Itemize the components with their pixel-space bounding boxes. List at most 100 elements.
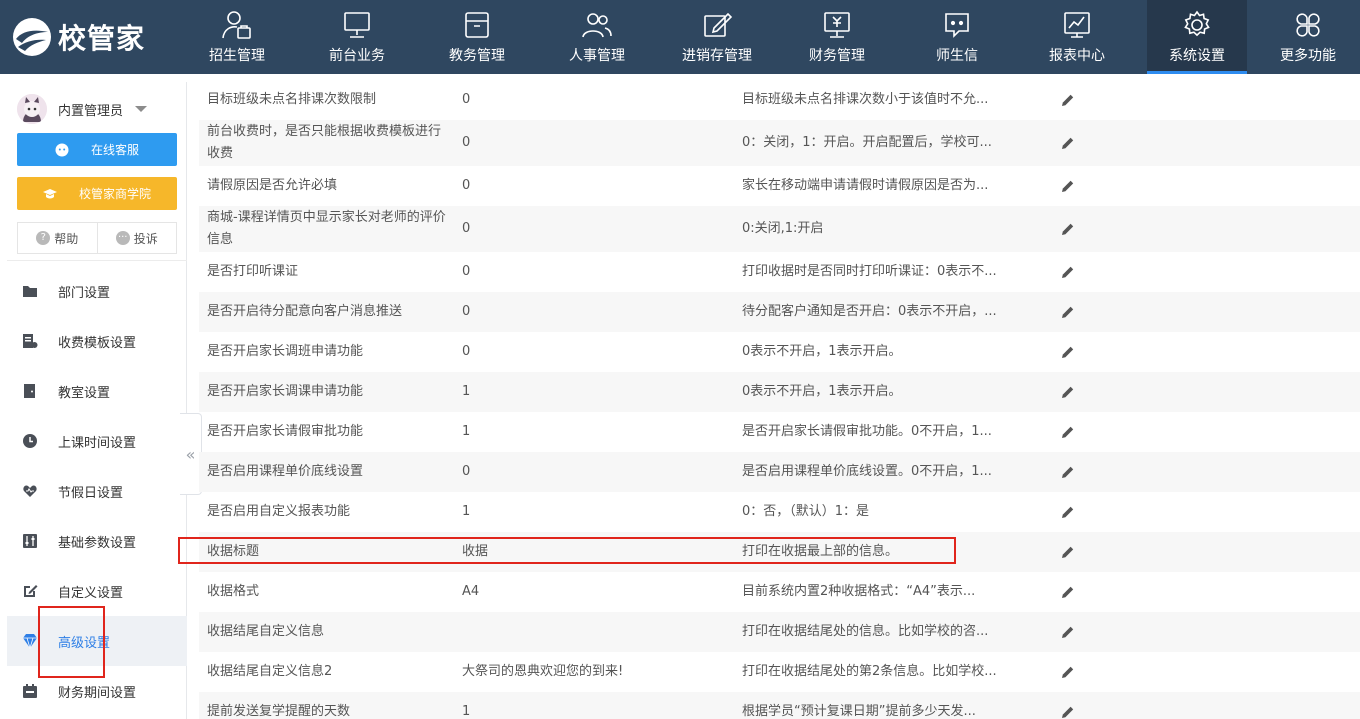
edit-pencil-icon[interactable] (1061, 545, 1075, 559)
setting-name: 商城-课程详情页中显示家长对老师的评价信息 (207, 210, 446, 247)
setting-description: 打印在收据结尾处的第2条信息。比如学校... (742, 664, 997, 679)
setting-name: 收据结尾自定义信息2 (207, 664, 333, 679)
fee-template-icon (23, 334, 38, 348)
setting-value: 0 (462, 135, 471, 150)
sidebar-item-fee-template[interactable]: 收费模板设置 (7, 316, 187, 366)
nav-item-system-settings[interactable]: 系统设置 (1147, 0, 1247, 74)
edit-pencil-icon[interactable] (1061, 265, 1075, 279)
nav-item-enrollment[interactable]: 招生管理 (177, 0, 297, 74)
avatar (17, 94, 47, 124)
setting-name: 是否启用自定义报表功能 (207, 504, 351, 519)
online-service-button[interactable]: 在线客服 (17, 133, 177, 166)
sidebar-item-base-params[interactable]: 基础参数设置 (7, 516, 187, 566)
table-row: 是否启用自定义报表功能 1 0：否，（默认）1：是 (199, 492, 1360, 532)
setting-description: 是否启用课程单价底线设置。0不开启，1... (742, 464, 992, 479)
cat-avatar-icon (17, 94, 47, 124)
logo[interactable]: 校管家 (12, 17, 145, 57)
complain-button[interactable]: ··· 投诉 (96, 223, 177, 253)
sidebar: 内置管理员 在线客服 校管家商学院 ? 帮助 ··· 投诉 部门设置 收费模板设… (7, 82, 187, 719)
help-button[interactable]: ? 帮助 (18, 223, 97, 253)
setting-name: 是否开启家长请假审批功能 (207, 424, 364, 439)
monitor-icon (344, 12, 370, 38)
setting-description: 家长在移动端申请请假时请假原因是否为... (742, 178, 989, 193)
user-name: 内置管理员 (58, 103, 124, 119)
nav-item-finance[interactable]: 财务管理 (777, 0, 897, 74)
setting-value: 大祭司的恩典欢迎您的到来! (462, 664, 624, 679)
nav-item-front-desk[interactable]: 前台业务 (297, 0, 417, 74)
setting-name: 提前发送复学提醒的天数 (207, 704, 351, 719)
nav-item-messages[interactable]: 师生信 (897, 0, 1017, 74)
edit-pencil-icon[interactable] (1061, 585, 1075, 599)
edit-pencil-icon[interactable] (1061, 222, 1075, 236)
user-case-icon (222, 11, 251, 39)
online-service-label: 在线客服 (90, 143, 139, 157)
nav-item-reports[interactable]: 报表中心 (1017, 0, 1137, 74)
top-nav-bar: 校管家 招生管理 前台业务 教务管理 人事管理 进销存管理 财务管理 师生信 报… (0, 0, 1360, 74)
setting-name: 收据结尾自定义信息 (207, 624, 325, 639)
nav-item-inventory[interactable]: 进销存管理 (657, 0, 777, 74)
setting-value: 收据 (462, 544, 489, 559)
edit-pencil-icon[interactable] (1061, 465, 1075, 479)
sidebar-item-holiday[interactable]: 节假日设置 (7, 466, 187, 516)
edit-pencil-icon[interactable] (1061, 665, 1075, 679)
chevron-down-icon (135, 106, 148, 112)
edit-pencil-icon[interactable] (1061, 505, 1075, 519)
chat-bubble-icon (945, 13, 969, 38)
sidebar-item-classroom[interactable]: 教室设置 (7, 366, 187, 416)
setting-value: 0 (462, 264, 471, 279)
setting-description: 0:关闭,1:开启 (742, 221, 824, 236)
setting-value: 1 (462, 384, 471, 399)
table-row: 是否打印听课证 0 打印收据时是否同时打印听课证：0表示不... (199, 252, 1360, 292)
setting-description: 打印在收据结尾处的信息。比如学校的咨... (742, 624, 989, 639)
sidebar-item-class-time[interactable]: 上课时间设置 (7, 416, 187, 466)
nav-item-academic[interactable]: 教务管理 (417, 0, 537, 74)
academy-button[interactable]: 校管家商学院 (17, 177, 177, 210)
table-row: 收据标题 收据 打印在收据最上部的信息。 (199, 532, 1360, 572)
setting-description: 0表示不开启，1表示开启。 (742, 344, 902, 359)
setting-description: 打印在收据最上部的信息。 (742, 544, 899, 559)
setting-value: 0 (462, 304, 471, 319)
archive-box-icon (465, 12, 489, 38)
setting-name: 是否打印听课证 (207, 264, 299, 279)
complain-label: 投诉 (133, 231, 158, 246)
edit-pencil-icon[interactable] (1061, 93, 1075, 107)
sidebar-item-advanced[interactable]: 高级设置 (7, 616, 187, 666)
user-menu[interactable]: 内置管理员 (17, 94, 177, 124)
edit-pencil-icon[interactable] (1061, 305, 1075, 319)
setting-description: 0：否，（默认）1：是 (742, 504, 870, 519)
table-row: 是否开启家长请假审批功能 1 是否开启家长请假审批功能。0不开启，1... (199, 412, 1360, 452)
setting-name: 目标班级未点名排课次数限制 (207, 92, 377, 107)
setting-description: 待分配客户通知是否开启：0表示不开启，... (742, 304, 997, 319)
setting-description: 0：关闭，1：开启。开启配置后，学校可... (742, 135, 992, 150)
setting-description: 目标班级未点名排课次数小于该值时不允... (742, 92, 989, 107)
edit-pencil-icon[interactable] (1061, 625, 1075, 639)
users-icon (582, 13, 612, 38)
edit-pencil-icon[interactable] (1061, 345, 1075, 359)
graduation-cap-icon (42, 188, 57, 198)
table-row: 提前发送复学提醒的天数 1 根据学员“预计复课日期”提前多少天发... (199, 692, 1360, 719)
edit-pencil-icon[interactable] (1061, 705, 1075, 719)
setting-description: 打印收据时是否同时打印听课证：0表示不... (742, 264, 997, 279)
logo-text: 校管家 (58, 22, 146, 55)
setting-value: 0 (462, 92, 471, 107)
nav-item-hr[interactable]: 人事管理 (537, 0, 657, 74)
edit-pencil-icon[interactable] (1061, 179, 1075, 193)
table-row: 是否开启待分配意向客户消息推送 0 待分配客户通知是否开启：0表示不开启，... (199, 292, 1360, 332)
edit-pencil-icon[interactable] (1061, 136, 1075, 150)
edit-pencil-icon[interactable] (1061, 385, 1075, 399)
calendar-icon (23, 684, 37, 698)
table-row: 目标班级未点名排课次数限制 0 目标班级未点名排课次数小于该值时不允... (199, 80, 1360, 120)
nav-item-more[interactable]: 更多功能 (1256, 0, 1360, 74)
sidebar-item-finance-period[interactable]: 财务期间设置 (7, 666, 187, 716)
setting-description: 是否开启家长请假审批功能。0不开启，1... (742, 424, 992, 439)
diamond-icon (23, 634, 37, 649)
sidebar-item-department[interactable]: 部门设置 (7, 266, 187, 316)
sidebar-item-custom[interactable]: 自定义设置 (7, 566, 187, 616)
finance-screen-icon (824, 12, 850, 38)
table-row: 是否开启家长调课申请功能 1 0表示不开启，1表示开启。 (199, 372, 1360, 412)
edit-pencil-icon[interactable] (1061, 425, 1075, 439)
report-chart-icon (1064, 12, 1090, 38)
setting-description: 根据学员“预计复课日期”提前多少天发... (742, 704, 976, 719)
setting-value: 0 (462, 464, 471, 479)
setting-name: 是否开启待分配意向客户消息推送 (207, 304, 403, 319)
